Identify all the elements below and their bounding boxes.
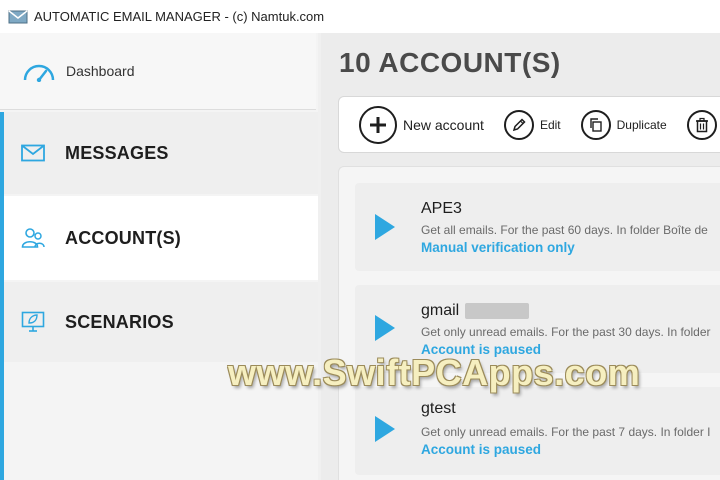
envelope-icon	[21, 144, 45, 162]
duplicate-button[interactable]: Duplicate	[580, 109, 667, 140]
title-bar: AUTOMATIC EMAIL MANAGER - (c) Namtuk.com	[0, 0, 720, 33]
account-status: Account is paused	[421, 442, 542, 457]
new-account-button[interactable]: New account	[359, 105, 484, 144]
plus-icon	[359, 105, 397, 144]
sidebar-item-dashboard[interactable]: Dashboard	[0, 33, 316, 110]
sidebar-item-label: SCENARIOS	[65, 311, 174, 332]
users-icon	[21, 228, 45, 248]
account-row-gtest[interactable]: gtest Get only unread emails. For the pa…	[355, 387, 720, 475]
copy-icon	[580, 109, 611, 140]
play-icon[interactable]	[375, 214, 395, 240]
edit-button[interactable]: Edit	[503, 109, 561, 140]
sidebar-item-scenarios[interactable]: SCENARIOS	[0, 282, 318, 362]
account-name: gtest	[421, 400, 456, 417]
sidebar-item-label: Dashboard	[66, 63, 135, 79]
account-name-text: gmail	[421, 302, 460, 319]
new-account-label: New account	[403, 116, 484, 133]
account-name: APE3	[421, 200, 462, 217]
delete-button[interactable]	[686, 109, 717, 140]
account-row-ape3[interactable]: APE3 Get all emails. For the past 60 day…	[355, 183, 720, 271]
main-panel: 10 ACCOUNT(S) New account Edit Duplicate…	[321, 33, 720, 480]
duplicate-label: Duplicate	[616, 117, 667, 132]
account-description: Get only unread emails. For the past 30 …	[421, 325, 711, 339]
account-description: Get all emails. For the past 60 days. In…	[421, 223, 708, 237]
trash-icon	[686, 109, 717, 140]
edit-label: Edit	[539, 117, 561, 132]
monitor-leaf-icon	[21, 311, 45, 332]
window-title: AUTOMATIC EMAIL MANAGER - (c) Namtuk.com	[34, 9, 325, 24]
selection-accent-bar	[0, 112, 4, 480]
sidebar: Dashboard MESSAGES ACCOUNT(S) SCENARIOS	[0, 33, 318, 480]
play-icon[interactable]	[375, 416, 395, 442]
sidebar-item-label: ACCOUNT(S)	[65, 227, 181, 248]
pencil-icon	[503, 109, 534, 140]
account-name: gmail	[421, 302, 530, 320]
watermark: www.SwiftPCApps.com	[228, 352, 641, 393]
page-title: 10 ACCOUNT(S)	[339, 47, 561, 78]
sidebar-item-accounts[interactable]: ACCOUNT(S)	[0, 196, 318, 280]
sidebar-item-messages[interactable]: MESSAGES	[0, 112, 318, 194]
envelope-app-icon	[8, 9, 28, 23]
account-list: APE3 Get all emails. For the past 60 day…	[338, 166, 720, 480]
account-status: Manual verification only	[421, 240, 575, 255]
account-description: Get only unread emails. For the past 7 d…	[421, 425, 711, 439]
sidebar-item-label: MESSAGES	[65, 142, 169, 163]
speedometer-icon	[23, 64, 55, 82]
play-icon[interactable]	[375, 315, 395, 341]
toolbar: New account Edit Duplicate	[338, 96, 720, 153]
redacted-email	[465, 302, 530, 319]
